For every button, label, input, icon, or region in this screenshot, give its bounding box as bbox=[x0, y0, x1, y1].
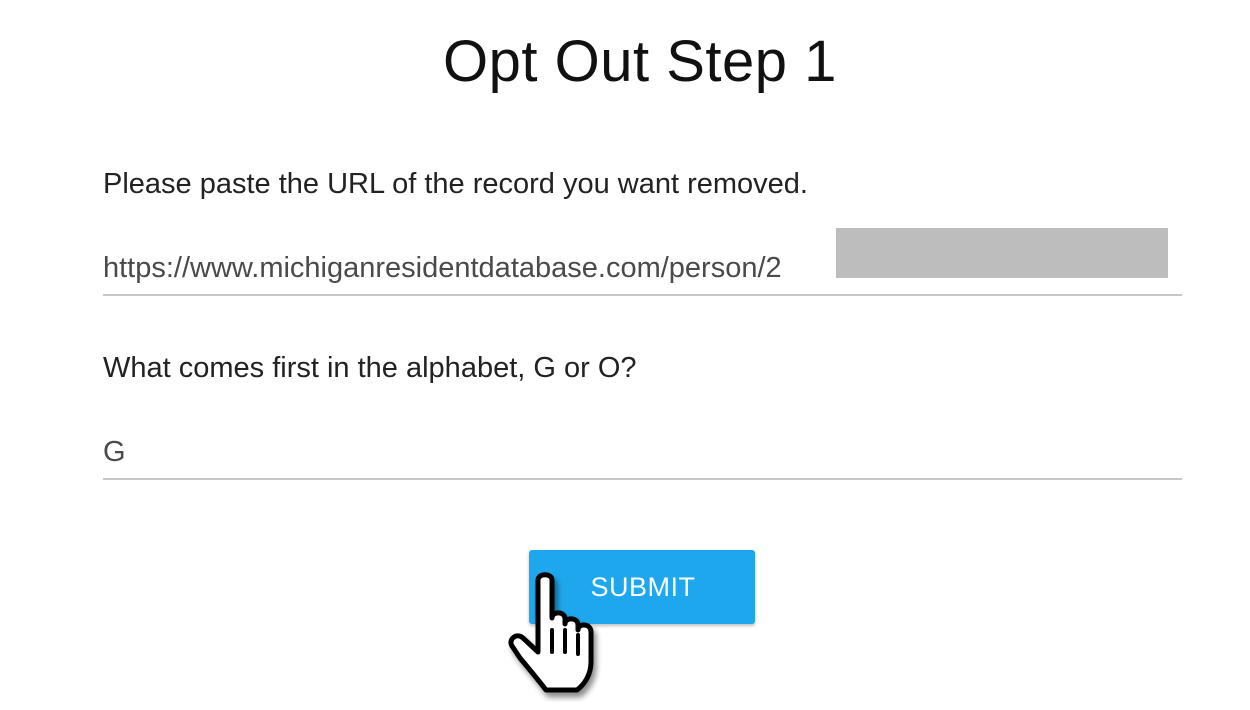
page-title: Opt Out Step 1 bbox=[443, 29, 837, 94]
captcha-field-label: What comes first in the alphabet, G or O… bbox=[103, 352, 637, 384]
redaction-block bbox=[836, 228, 1168, 278]
submit-button[interactable]: SUBMIT bbox=[529, 550, 755, 624]
url-field-label: Please paste the URL of the record you w… bbox=[103, 168, 808, 200]
captcha-input[interactable] bbox=[103, 426, 1182, 480]
